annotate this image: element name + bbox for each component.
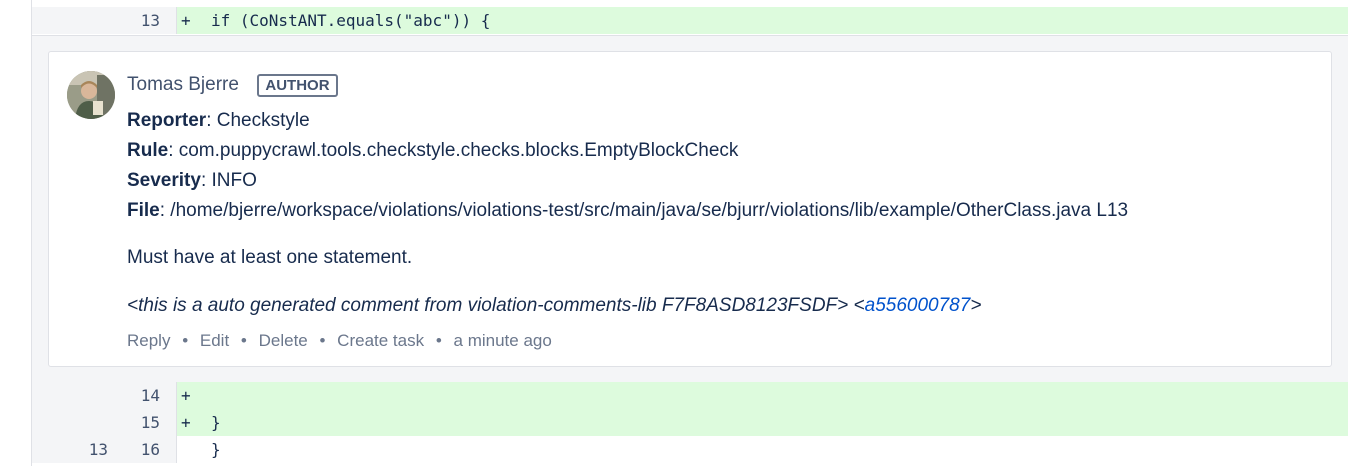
autogen-note: <this is a auto generated comment from v… [127,293,981,319]
author-name[interactable]: Tomas Bjerre [127,72,239,98]
new-line-number[interactable]: 16 [114,436,160,463]
diff-marker: + [181,11,191,30]
code-text: } [211,440,221,459]
field-reporter: Reporter: Checkstyle [127,108,310,134]
old-line-number[interactable]: 13 [62,436,108,463]
code-text: } [211,413,221,432]
comment-message: Must have at least one statement. [127,247,413,268]
field-value: : INFO [200,170,257,191]
line-gutter: 13 [32,7,177,34]
diff-marker: + [181,413,191,432]
field-value: : /home/bjerre/workspace/violations/viol… [159,200,1129,221]
autogen-prefix: <this is a auto generated comment from v… [127,295,865,316]
line-gutter: 15 [32,409,177,436]
field-value: : Checkstyle [206,110,310,131]
field-file: File: /home/bjerre/workspace/violations/… [127,198,1128,224]
separator: • [182,331,189,350]
line-gutter: 14 [32,382,177,409]
user-avatar-icon[interactable] [67,71,115,119]
separator: • [240,331,247,350]
diff-view: 13 + if (CoNstANT.equals("abc")) {Tomas… [31,0,1348,466]
code-content: + [177,382,1348,409]
field-value: : com.puppycrawl.tools.checkstyle.checks… [168,140,739,161]
line-gutter: 13 16 [32,436,177,463]
code-line-added: 13 + if (CoNstANT.equals("abc")) { [32,7,1348,34]
inline-comment-container: Tomas Bjerre AUTHOR Reporter: Checkstyle… [32,35,1348,383]
new-line-number[interactable]: 13 [114,7,160,34]
separator: • [435,331,442,350]
edit-button[interactable]: Edit [200,331,229,350]
diff-marker: + [181,386,191,405]
code-content: + if (CoNstANT.equals("abc")) { [177,7,1348,34]
field-severity: Severity: INFO [127,168,257,194]
code-line-context: 13 16 } [32,436,1348,463]
delete-button[interactable]: Delete [259,331,308,350]
separator: • [319,331,326,350]
comment-card: Tomas Bjerre AUTHOR Reporter: Checkstyle… [48,51,1332,367]
comment-actions: Reply • Edit • Delete • Create task • a … [127,330,552,352]
create-task-button[interactable]: Create task [337,331,424,350]
comment-timestamp[interactable]: a minute ago [454,331,552,350]
code-content: } [177,436,1348,463]
field-rule: Rule: com.puppycrawl.tools.checkstyle.ch… [127,138,738,164]
field-label: Reporter [127,110,207,131]
reply-button[interactable]: Reply [127,331,170,350]
field-label: File [127,200,160,221]
commit-link[interactable]: a556000787 [865,295,971,316]
code-line-added: 14 + [32,382,1348,409]
autogen-suffix: > [970,295,982,316]
code-text: if (CoNstANT.equals("abc")) { [211,11,491,30]
new-line-number[interactable]: 15 [114,409,160,436]
field-label: Rule [127,140,169,161]
field-label: Severity [127,170,201,191]
comment-header: Tomas Bjerre AUTHOR [127,72,338,98]
code-line-added: 15 + } [32,409,1348,436]
author-badge: AUTHOR [257,73,338,97]
new-line-number[interactable]: 14 [114,382,160,409]
code-content: + } [177,409,1348,436]
